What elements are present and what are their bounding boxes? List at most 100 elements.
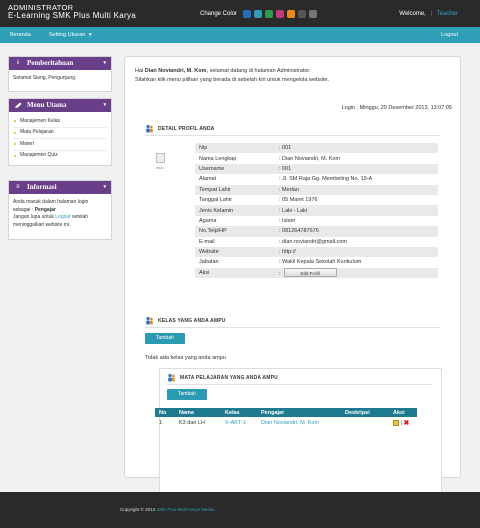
nav-logout[interactable]: Logout bbox=[441, 32, 458, 38]
profile-value: : dian.noviandri@gmail.com bbox=[279, 238, 347, 245]
profile-divider bbox=[145, 135, 440, 136]
cell-aksi: | ✖ bbox=[389, 417, 417, 428]
main-menu-panel: Menu Utama ▾ Manajemen Kelas Mata Pelaja… bbox=[8, 98, 112, 166]
color-swatch-4[interactable] bbox=[276, 10, 285, 18]
brand: ADMINISTRATOR E-Learning SMK Plus Multi … bbox=[8, 4, 136, 20]
table-row: 1 K3 dan LH X-AKT-1 Dian Noviandri, M. K… bbox=[155, 417, 417, 428]
add-subject-button[interactable]: Tambah bbox=[167, 389, 207, 400]
profile-row: Nama Lengkap : Dian Noviandri, M. Kom bbox=[195, 153, 438, 163]
color-swatch-1[interactable] bbox=[243, 10, 252, 18]
welcome-area: Welcome, | Teacher bbox=[399, 11, 458, 17]
profile-row: Agama: Islam bbox=[195, 216, 438, 226]
profile-value: : Laki - Laki bbox=[275, 205, 438, 216]
cell-no: 1 bbox=[159, 419, 163, 426]
profile-photo bbox=[156, 153, 165, 163]
collapse-icon[interactable]: ▾ bbox=[103, 99, 106, 112]
menu-item-kelas[interactable]: Manajemen Kelas bbox=[13, 116, 107, 128]
announcement-title: Pemberitahuan bbox=[27, 59, 74, 67]
profile-value: : Edit Profil bbox=[275, 267, 438, 279]
color-swatch-6[interactable] bbox=[298, 10, 307, 18]
profile-label: Alamat bbox=[199, 176, 217, 183]
cell-kelas: X-AKT-1 bbox=[221, 417, 257, 428]
teacher-link[interactable]: Dian Noviandri, M. Kom bbox=[261, 420, 319, 426]
delete-icon[interactable]: ✖ bbox=[404, 420, 410, 427]
footer: Copyright © 2013 SMK Plus Multi Karya Me… bbox=[0, 492, 480, 528]
info-logout-link[interactable]: Logout bbox=[55, 214, 70, 220]
edit-profile-button[interactable]: Edit Profil bbox=[283, 268, 337, 278]
col-pengajar: Pengajar bbox=[257, 408, 341, 417]
col-nama: Nama bbox=[175, 408, 221, 417]
profile-value-text: : bbox=[279, 271, 281, 278]
col-kelas: Kelas bbox=[221, 408, 257, 417]
footer-text: Copyright © 2013 SMK Plus Multi Karya Me… bbox=[120, 507, 215, 512]
edit-icon[interactable] bbox=[393, 419, 399, 426]
login-info: Login : Minggu, 29 Desember 2013, 13:07:… bbox=[341, 105, 452, 111]
col-aksi: Aksi bbox=[389, 408, 417, 417]
profile-label: Nama Lengkap bbox=[199, 155, 237, 162]
table-header-row: No Nama Kelas Pengajar Deskripsi Aksi bbox=[155, 408, 417, 417]
main-card: Hai Dian Noviandri, M. Kom, selamat data… bbox=[124, 56, 461, 496]
profile-value: : Dian Noviandri, M. Kom bbox=[279, 155, 341, 162]
footer-link[interactable]: SMK Plus Multi Karya Medan bbox=[156, 507, 215, 512]
subject-title: MATA PELAJARAN YANG ANDA AMPU bbox=[180, 374, 278, 381]
class-section-title: KELAS YANG ANDA AMPU bbox=[145, 316, 226, 325]
nav-settings[interactable]: Setting Ukuran ▾ bbox=[49, 32, 92, 38]
profile-label: Jabatan bbox=[199, 259, 219, 266]
no-class-text: Tidak ada kelas yang anda ampu bbox=[145, 355, 226, 361]
nav-home[interactable]: Beranda bbox=[10, 32, 31, 38]
profile-row: Nip: 001 bbox=[195, 143, 438, 154]
subject-section-title: MATA PELAJARAN YANG ANDA AMPU bbox=[167, 373, 278, 382]
announcement-panel: i Pemberitahuan ▾ Selamat Siang, Pengunj… bbox=[8, 56, 112, 92]
main-menu-header[interactable]: Menu Utama ▾ bbox=[9, 99, 111, 112]
profile-row: No.Telp/HP: 081264787676 bbox=[195, 226, 438, 237]
subject-box bbox=[159, 368, 442, 496]
profile-label: Username bbox=[195, 163, 275, 175]
info-header[interactable]: ≡ Informasi ▾ bbox=[9, 181, 111, 194]
profile-value: : 001 bbox=[275, 163, 438, 175]
collapse-icon[interactable]: ▾ bbox=[103, 181, 106, 194]
menu-item-quiz[interactable]: Manajemen Quiz bbox=[13, 151, 107, 162]
menu-item-materi[interactable]: Materi bbox=[13, 139, 107, 151]
cell-pengajar: Dian Noviandri, M. Kom bbox=[257, 417, 341, 428]
profile-section-title: DETAIL PROFIL ANDA bbox=[145, 124, 214, 133]
profile-title: DETAIL PROFIL ANDA bbox=[158, 125, 215, 132]
greeting-instruction: Silahkan klik menu pilihan yang berada d… bbox=[135, 77, 330, 83]
menu-item-mapel[interactable]: Mata Pelajaran bbox=[13, 128, 107, 139]
class-link[interactable]: X-AKT-1 bbox=[225, 420, 246, 426]
class-title: KELAS YANG ANDA AMPU bbox=[158, 317, 226, 324]
profile-value: : Medan bbox=[275, 184, 438, 195]
profile-label: Jenis Kelamin bbox=[195, 205, 275, 216]
top-header: ADMINISTRATOR E-Learning SMK Plus Multi … bbox=[0, 0, 480, 27]
greeting-name: Dian Noviandri, M. Kom bbox=[144, 68, 207, 74]
color-swatch-2[interactable] bbox=[254, 10, 263, 18]
chevron-down-icon: ▾ bbox=[88, 32, 92, 38]
welcome-separator: | bbox=[430, 11, 433, 17]
announcement-body: Selamat Siang, Pengunjung. bbox=[9, 70, 111, 88]
color-swatch-5[interactable] bbox=[287, 10, 296, 18]
profile-value: : Jl. SM Raja Gg. Membeling No. 19-A bbox=[279, 176, 373, 183]
hamburger-icon: ≡ bbox=[16, 184, 20, 190]
add-class-button[interactable]: Tambah bbox=[145, 333, 185, 344]
greeting-prefix: Hai bbox=[135, 68, 144, 74]
brand-subtitle: E-Learning SMK Plus Multi Karya bbox=[8, 11, 137, 20]
photo-caption: mun bbox=[156, 165, 164, 170]
user-link[interactable]: Teacher bbox=[437, 11, 458, 17]
announcement-text: Selamat Siang, Pengunjung. bbox=[13, 75, 77, 81]
main-nav: Beranda Setting Ukuran ▾ Logout bbox=[0, 27, 480, 43]
color-swatch-3[interactable] bbox=[265, 10, 274, 18]
info-icon: i bbox=[17, 60, 19, 66]
color-switcher: Change Color bbox=[200, 10, 318, 18]
profile-row: Aksi: Edit Profil bbox=[195, 267, 438, 279]
profile-label: No.Telp/HP bbox=[195, 226, 275, 237]
info-panel: ≡ Informasi ▾ Anda masuk dalam halaman l… bbox=[8, 180, 112, 240]
greeting: Hai Dian Noviandri, M. Kom, selamat data… bbox=[135, 67, 455, 85]
welcome-label: Welcome, bbox=[399, 11, 426, 17]
profile-value: : http:// bbox=[275, 246, 438, 258]
subject-table: No Nama Kelas Pengajar Deskripsi Aksi 1 … bbox=[155, 408, 417, 428]
cell-nama: K3 dan LH bbox=[179, 419, 205, 426]
color-swatch-7[interactable] bbox=[309, 10, 318, 18]
profile-row: Jabatan: Wakil Kepala Sekolah Kurikulum bbox=[195, 257, 438, 267]
profile-row: Website: http:// bbox=[195, 246, 438, 258]
announcement-header[interactable]: i Pemberitahuan ▾ bbox=[9, 57, 111, 70]
collapse-icon[interactable]: ▾ bbox=[103, 57, 106, 70]
